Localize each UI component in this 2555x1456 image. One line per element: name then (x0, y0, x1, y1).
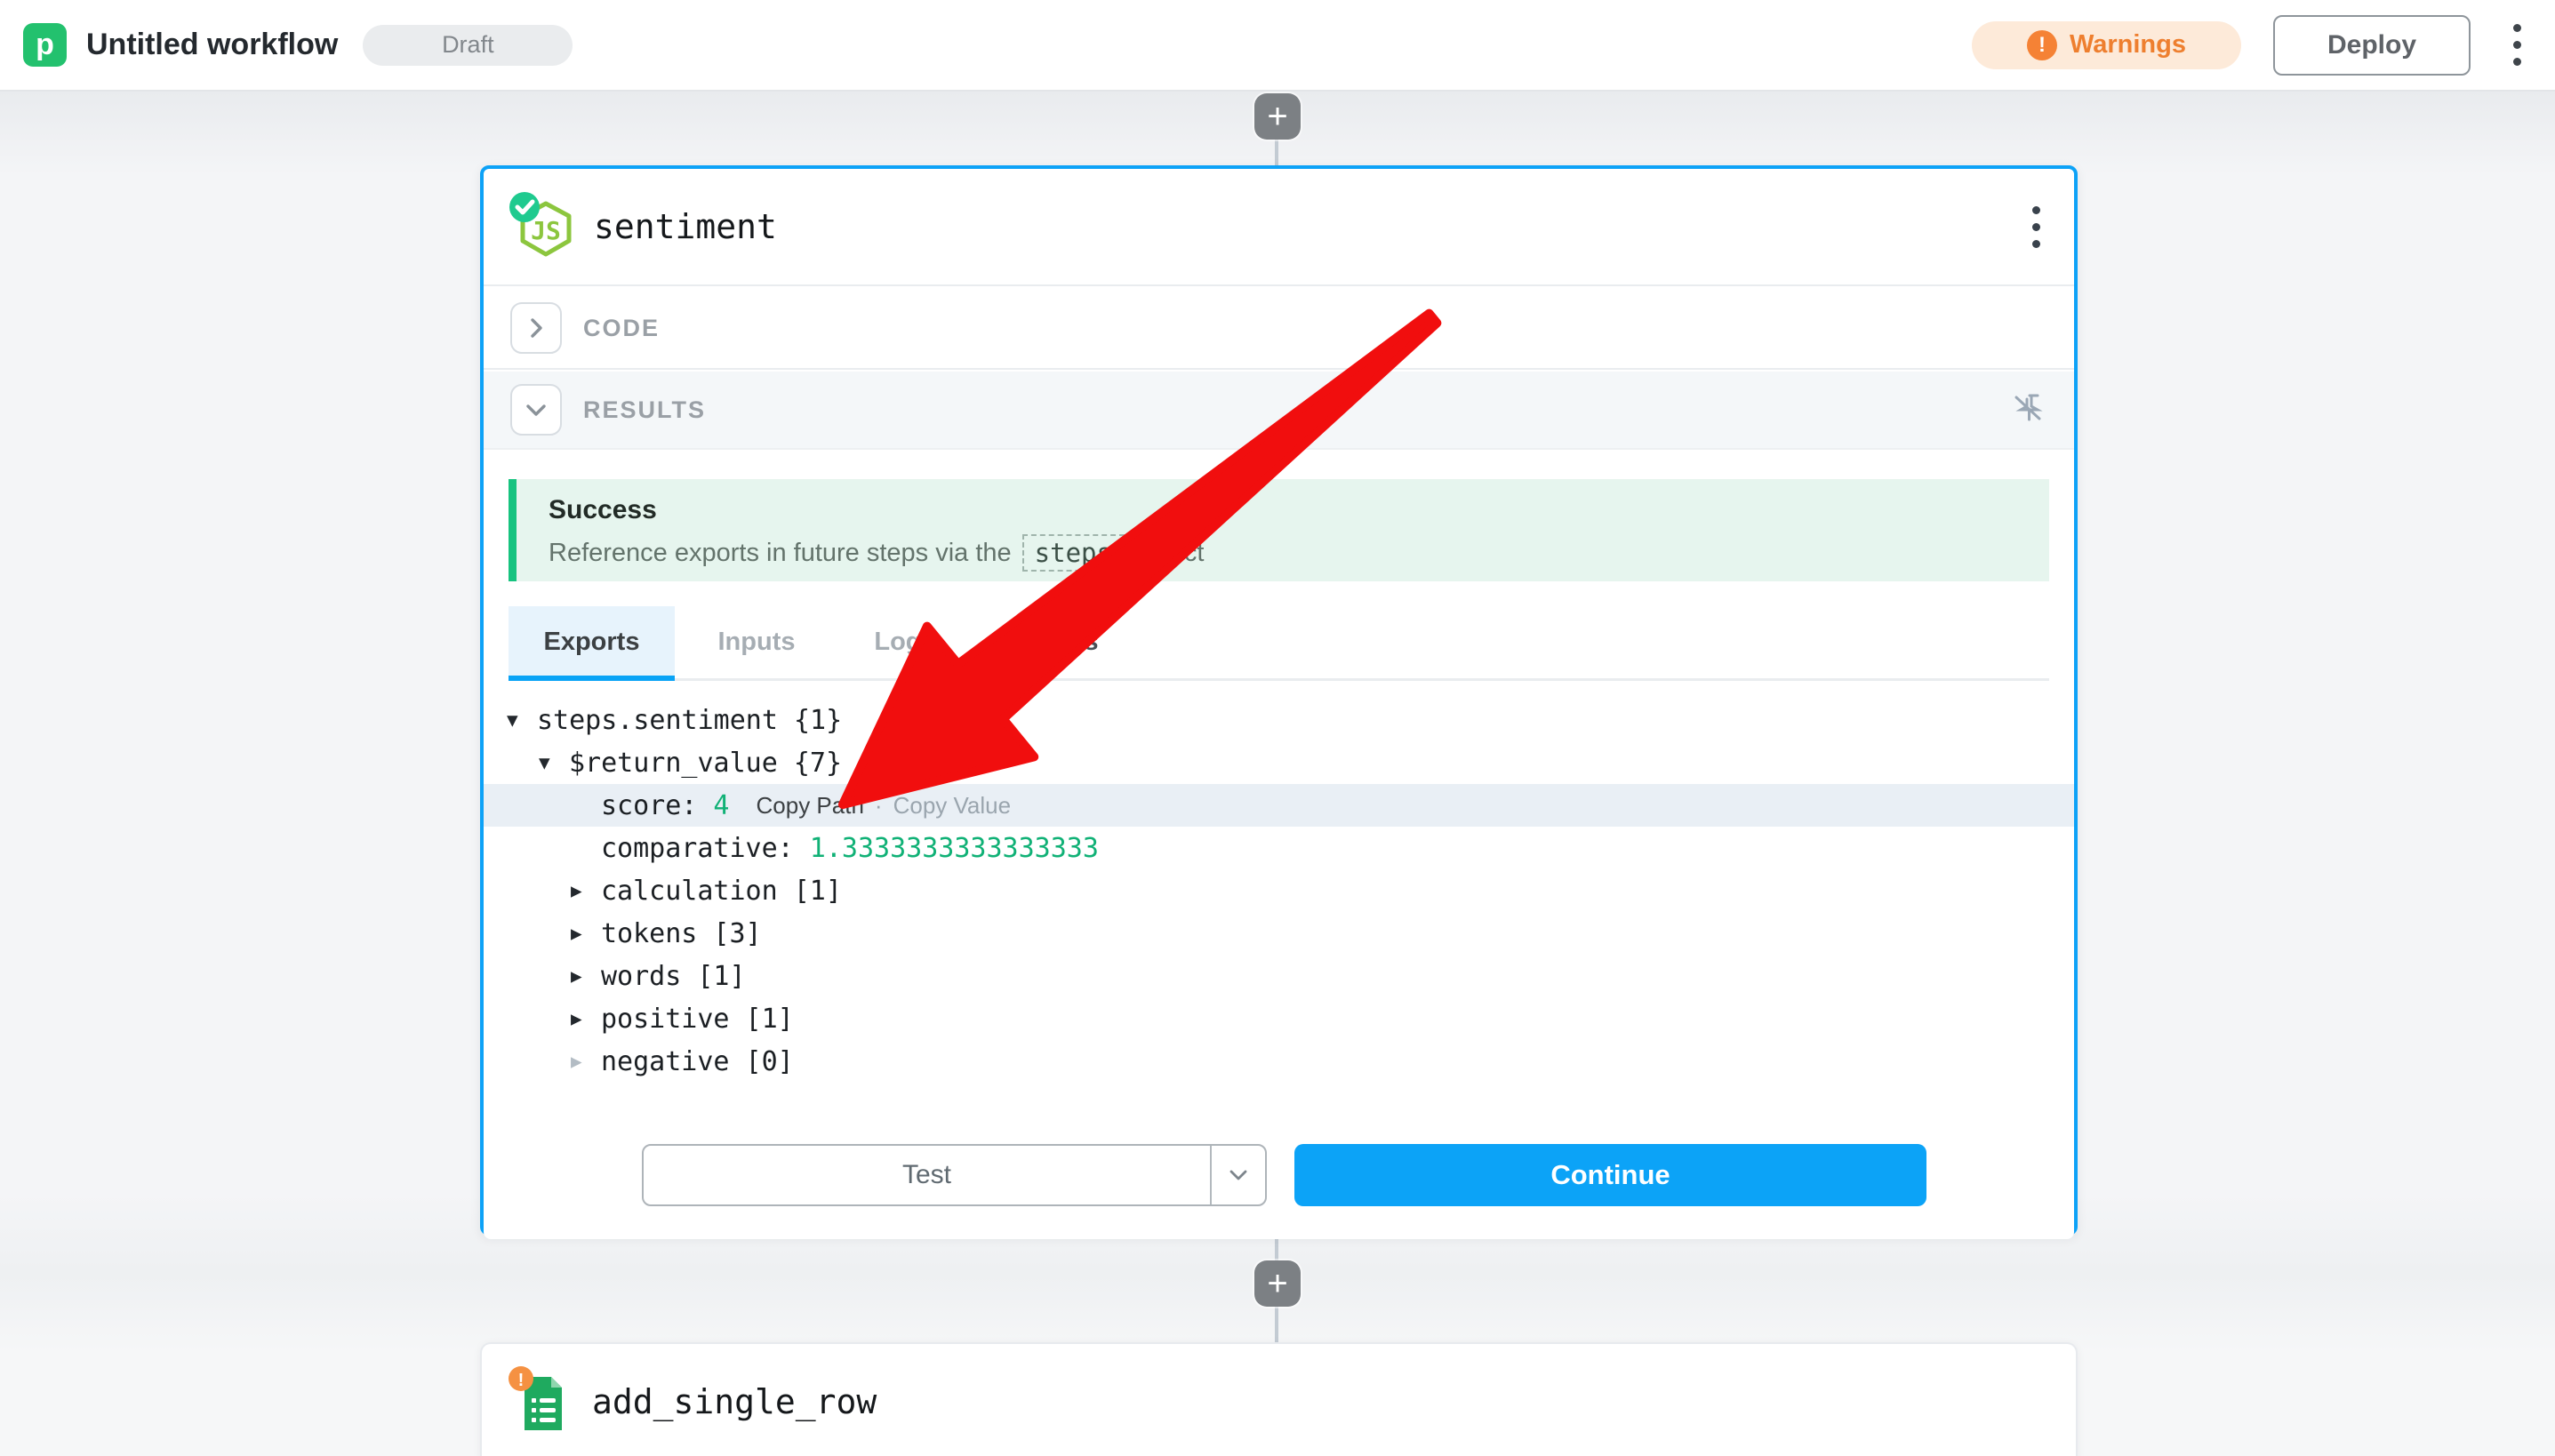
success-message: Reference exports in future steps via th… (549, 539, 1012, 568)
deploy-button[interactable]: Deploy (2273, 15, 2471, 76)
tree-count: {1} (778, 705, 842, 736)
steps-code-token[interactable]: steps (1022, 534, 1125, 572)
tree-row-calculation[interactable]: ▶calculation [1] (484, 869, 2074, 912)
tree-row-tokens[interactable]: ▶tokens [3] (484, 912, 2074, 955)
tab-details[interactable]: Details (972, 606, 1141, 678)
tree-row-positive[interactable]: ▶positive [1] (484, 997, 2074, 1040)
results-section-header[interactable]: RESULTS (484, 372, 2074, 450)
step-card-sentiment[interactable]: JS sentiment CODE RESULTS (480, 165, 2078, 1236)
separator-dot: · (875, 792, 883, 820)
unpin-icon[interactable] (2008, 388, 2047, 432)
caret-right-icon[interactable]: ▶ (571, 1051, 601, 1072)
step-name[interactable]: add_single_row (592, 1382, 877, 1421)
step-header: JS sentiment (484, 169, 2074, 286)
caret-right-icon[interactable]: ▶ (571, 965, 601, 987)
tree-key: negative (601, 1046, 730, 1077)
tree-key: comparative: (601, 833, 794, 864)
edge-connector (1275, 136, 1278, 168)
tab-exports[interactable]: Exports (509, 606, 675, 678)
workflow-menu-button[interactable] (2503, 17, 2532, 73)
results-panel: Success Reference exports in future step… (484, 452, 2074, 1239)
tree-row-negative[interactable]: ▶negative [0] (484, 1040, 2074, 1083)
test-button[interactable]: Test (642, 1144, 1267, 1206)
tab-logs[interactable]: Logs (838, 606, 972, 678)
warning-badge-glyph: ! (518, 1371, 525, 1390)
step-menu-button[interactable] (2022, 199, 2051, 255)
add-step-button-top[interactable]: + (1254, 93, 1301, 140)
tree-count: [1] (730, 1004, 794, 1035)
tree-key: calculation (601, 876, 778, 907)
tree-key: $return_value (569, 748, 778, 779)
test-button-label[interactable]: Test (644, 1146, 1210, 1204)
tree-key: tokens (601, 918, 697, 949)
copy-path-button[interactable]: Copy Path (757, 792, 864, 820)
caret-down-icon[interactable]: ▼ (539, 752, 569, 773)
success-message-suffix: object (1135, 539, 1204, 568)
copy-value-button[interactable]: Copy Value (893, 792, 1012, 820)
tree-count: [1] (681, 961, 745, 992)
tree-row-comparative[interactable]: comparative: 1.3333333333333333 (484, 827, 2074, 869)
step-name[interactable]: sentiment (594, 207, 777, 246)
results-tabs: ExportsInputsLogsDetails (509, 606, 2049, 681)
tree-value: 1.3333333333333333 (794, 833, 1099, 864)
chevron-down-icon[interactable] (510, 384, 562, 436)
step-card-add-single-row[interactable]: ! add_single_row (480, 1342, 2078, 1456)
pipedream-logo-icon[interactable]: p (23, 23, 67, 67)
results-section-label: RESULTS (583, 396, 706, 424)
tree-count: {7} (778, 748, 842, 779)
tree-key: positive (601, 1004, 730, 1035)
tab-inputs[interactable]: Inputs (675, 606, 838, 678)
add-step-button-middle[interactable]: + (1254, 1260, 1301, 1307)
draft-status-badge: Draft (363, 25, 573, 66)
tree-count: [1] (778, 876, 842, 907)
caret-right-icon[interactable]: ▶ (571, 923, 601, 944)
caret-down-icon[interactable]: ▼ (507, 709, 537, 731)
google-sheets-step-icon: ! (505, 1366, 576, 1437)
tree-row-steps.sentiment[interactable]: ▼steps.sentiment {1} (484, 699, 2074, 741)
workflow-builder: p Untitled workflow Draft ! Warnings Dep… (0, 0, 2555, 1456)
success-check-icon (509, 192, 540, 222)
tree-row-words[interactable]: ▶words [1] (484, 955, 2074, 997)
caret-right-icon[interactable]: ▶ (571, 880, 601, 901)
nodejs-step-icon: JS (507, 191, 578, 262)
success-title: Success (549, 495, 2049, 525)
success-banner: Success Reference exports in future step… (509, 479, 2049, 581)
code-section-header[interactable]: CODE (484, 288, 2074, 370)
workflow-canvas: + + JS sentiment (0, 92, 2555, 1456)
tree-row-score[interactable]: score: 4 Copy Path · Copy Value (484, 784, 2074, 827)
code-section-label: CODE (583, 315, 660, 342)
svg-text:JS: JS (531, 216, 561, 245)
tree-value: 4 (697, 790, 729, 821)
chevron-right-icon[interactable] (510, 302, 562, 354)
top-bar: p Untitled workflow Draft ! Warnings Dep… (0, 0, 2555, 92)
tree-key: score: (601, 790, 697, 821)
test-options-dropdown[interactable] (1210, 1146, 1265, 1204)
warnings-label: Warnings (2070, 30, 2186, 60)
tree-key: steps.sentiment (537, 705, 778, 736)
tree-count: [0] (730, 1046, 794, 1077)
tree-row-$return_value[interactable]: ▼$return_value {7} (484, 741, 2074, 784)
exports-tree: ▼steps.sentiment {1}▼$return_value {7}sc… (484, 699, 2074, 1083)
tree-count: [3] (697, 918, 761, 949)
continue-button[interactable]: Continue (1294, 1144, 1926, 1206)
caret-right-icon[interactable]: ▶ (571, 1008, 601, 1029)
warning-icon: ! (2027, 30, 2057, 60)
workflow-title[interactable]: Untitled workflow (86, 28, 338, 62)
tree-key: words (601, 961, 681, 992)
warnings-badge[interactable]: ! Warnings (1972, 21, 2241, 69)
